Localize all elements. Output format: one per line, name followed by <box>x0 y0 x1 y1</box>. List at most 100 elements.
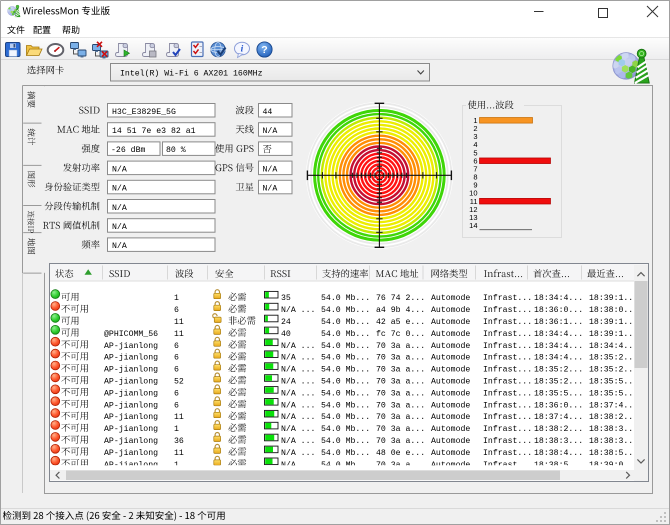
svg-text:@PHICOMM_56: @PHICOMM_56 <box>104 329 158 339</box>
svg-text:70 3a a...: 70 3a a... <box>376 425 425 434</box>
svg-text:54.0 Mb...: 54.0 Mb... <box>321 329 370 339</box>
svg-text:Infrast...: Infrast... <box>483 388 532 398</box>
svg-text:Infrast...: Infrast... <box>483 341 532 351</box>
svg-text:Automode: Automode <box>431 448 470 458</box>
svg-text:18:38:3...: 18:38:3... <box>589 425 638 434</box>
svg-text:18:34:4...: 18:34:4... <box>534 294 583 303</box>
svg-text:N/A ...: N/A ... <box>281 424 315 434</box>
svg-text:14 51 7e e3 82 a1: 14 51 7e e3 82 a1 <box>112 127 196 136</box>
svg-text:Automode: Automode <box>431 400 470 410</box>
svg-text:18:34:4...: 18:34:4... <box>534 330 583 339</box>
svg-text:11: 11 <box>174 413 184 422</box>
svg-text:Infrast...: Infrast... <box>483 424 532 434</box>
svg-text:Automode: Automode <box>431 424 470 434</box>
svg-text:18:36:0...: 18:36:0... <box>534 401 583 410</box>
svg-text:18:35:5...: 18:35:5... <box>589 378 638 387</box>
svg-text:Infrast...: Infrast... <box>483 365 532 375</box>
svg-text:42 a5 e...: 42 a5 e... <box>376 318 425 327</box>
svg-text:18:39:1...: 18:39:1... <box>589 294 638 303</box>
svg-text:N/A ...: N/A ... <box>281 448 315 458</box>
svg-text:14: 14 <box>469 221 477 230</box>
svg-text:fc 7c 0...: fc 7c 0... <box>376 329 425 339</box>
svg-text:54.0 Mb...: 54.0 Mb... <box>321 448 370 458</box>
svg-text:54.0 Mb...: 54.0 Mb... <box>321 377 370 387</box>
svg-text:N/A: N/A <box>112 241 127 251</box>
svg-text:6: 6 <box>174 306 179 315</box>
svg-text:6: 6 <box>174 354 179 363</box>
svg-text:Automode: Automode <box>431 353 470 363</box>
svg-text:54.0 Mb...: 54.0 Mb... <box>321 388 370 398</box>
svg-text:70 3a a...: 70 3a a... <box>376 354 425 363</box>
svg-text:AP-jianlong: AP-jianlong <box>104 377 158 387</box>
svg-text:11: 11 <box>174 330 184 339</box>
svg-text:AP-jianlong: AP-jianlong <box>104 388 158 398</box>
svg-text:1: 1 <box>174 425 179 434</box>
svg-text:18:38:2...: 18:38:2... <box>534 425 583 434</box>
svg-text:18:35:2...: 18:35:2... <box>589 366 638 375</box>
svg-text:54.0 Mb...: 54.0 Mb... <box>321 293 370 303</box>
svg-text:18:35:2...: 18:35:2... <box>534 378 583 387</box>
svg-text:Automode: Automode <box>431 317 470 327</box>
svg-text:18:37:4...: 18:37:4... <box>589 401 638 410</box>
svg-text:AP-jianlong: AP-jianlong <box>104 424 158 434</box>
svg-text:Infrast...: Infrast... <box>483 448 532 458</box>
svg-text:Infrast...: Infrast... <box>483 329 532 339</box>
svg-text:11: 11 <box>174 318 184 327</box>
svg-text:N/A ...: N/A ... <box>281 377 315 387</box>
svg-text:Infrast...: Infrast... <box>483 400 532 410</box>
svg-text:18:38:0...: 18:38:0... <box>589 306 638 315</box>
svg-text:18:34:4...: 18:34:4... <box>534 354 583 363</box>
svg-text:i: i <box>241 45 244 55</box>
svg-text:24: 24 <box>281 318 291 327</box>
svg-text:Automode: Automode <box>431 305 470 315</box>
svg-text:48 0e e...: 48 0e e... <box>376 449 425 458</box>
svg-text:18:38:2...: 18:38:2... <box>589 413 638 422</box>
svg-text:54.0 Mb...: 54.0 Mb... <box>321 436 370 446</box>
svg-text:70 3a a...: 70 3a a... <box>376 378 425 387</box>
svg-text:18:36:0...: 18:36:0... <box>534 306 583 315</box>
svg-text:18:39:1...: 18:39:1... <box>589 318 638 327</box>
svg-text:Automode: Automode <box>431 365 470 375</box>
svg-text:a4 9b 4...: a4 9b 4... <box>376 305 425 315</box>
svg-text:18:35:2...: 18:35:2... <box>534 366 583 375</box>
svg-text:44: 44 <box>263 108 273 117</box>
svg-text:N/A: N/A <box>263 126 278 136</box>
svg-text:35: 35 <box>281 294 291 303</box>
svg-text:18:38:3...: 18:38:3... <box>589 437 638 446</box>
svg-text:54.0 Mb...: 54.0 Mb... <box>321 424 370 434</box>
svg-text:18:34:4...: 18:34:4... <box>589 342 638 351</box>
svg-text:1: 1 <box>174 294 179 303</box>
svg-text:N/A ...: N/A ... <box>281 365 315 375</box>
svg-text:Automode: Automode <box>431 436 470 446</box>
svg-text:Infrast...: Infrast... <box>483 353 532 363</box>
svg-text:54.0 Mb...: 54.0 Mb... <box>321 400 370 410</box>
svg-text:N/A: N/A <box>263 164 278 174</box>
svg-text:6: 6 <box>174 401 179 410</box>
svg-text:6: 6 <box>174 342 179 351</box>
svg-text:70 3a a...: 70 3a a... <box>376 366 425 375</box>
svg-text:Infrast...: Infrast... <box>483 293 532 303</box>
svg-text:?: ? <box>261 44 267 56</box>
svg-text:AP-jianlong: AP-jianlong <box>104 412 158 422</box>
svg-text:18:38:4...: 18:38:4... <box>534 449 583 458</box>
svg-text:36: 36 <box>174 437 184 446</box>
svg-text:Infrast...: Infrast... <box>483 412 532 422</box>
svg-text:-26 dBm: -26 dBm <box>111 145 145 155</box>
svg-text:Automode: Automode <box>431 341 470 351</box>
svg-text:AP-jianlong: AP-jianlong <box>104 353 158 363</box>
svg-text:18:35:5...: 18:35:5... <box>534 389 583 398</box>
svg-text:AP-jianlong: AP-jianlong <box>104 365 158 375</box>
svg-text:AP-jianlong: AP-jianlong <box>104 400 158 410</box>
svg-text:54.0 Mb...: 54.0 Mb... <box>321 353 370 363</box>
svg-text:18:35:5...: 18:35:5... <box>589 389 638 398</box>
svg-text:70 3a a...: 70 3a a... <box>376 437 425 446</box>
svg-text:70 3a a...: 70 3a a... <box>376 413 425 422</box>
svg-text:18:34:4...: 18:34:4... <box>534 342 583 351</box>
svg-text:11: 11 <box>174 449 184 458</box>
svg-text:Automode: Automode <box>431 412 470 422</box>
svg-text:N/A ...: N/A ... <box>281 388 315 398</box>
svg-text:18:38:3...: 18:38:3... <box>534 437 583 446</box>
svg-text:80 %: 80 % <box>166 146 186 155</box>
svg-text:Infrast...: Infrast... <box>483 317 532 327</box>
svg-text:70 3a a...: 70 3a a... <box>376 342 425 351</box>
